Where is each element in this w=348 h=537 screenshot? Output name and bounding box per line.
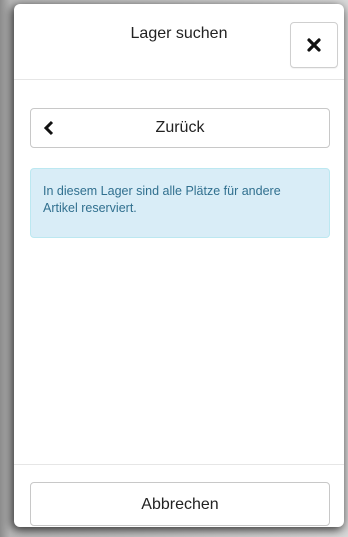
back-button-label: Zurück	[155, 119, 205, 136]
modal-footer: Abbrechen	[14, 464, 344, 527]
cancel-button[interactable]: Abbrechen	[30, 482, 330, 526]
info-alert: In diesem Lager sind alle Plätze für and…	[30, 168, 330, 238]
modal-dialog: Lager suchen Zurück In diesem Lager sind…	[14, 4, 344, 527]
modal-header: Lager suchen	[14, 4, 344, 80]
close-button[interactable]	[290, 22, 338, 68]
back-button[interactable]: Zurück	[30, 108, 330, 148]
close-icon	[307, 38, 321, 52]
